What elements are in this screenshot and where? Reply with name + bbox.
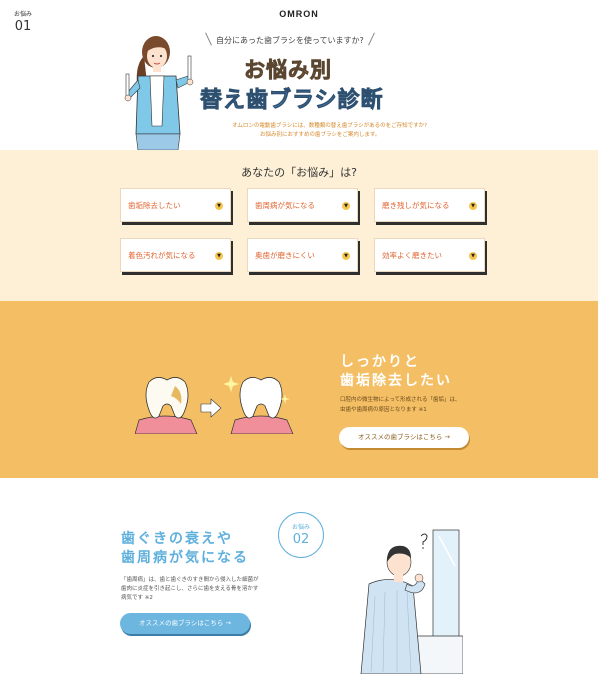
concern-card-stains[interactable]: 着色汚れが気になる ▼: [120, 238, 231, 272]
page-title: お悩み別 替え歯ブラシ診断: [200, 54, 410, 114]
concern-02-section: [0, 478, 598, 674]
teeth-illustration: [135, 376, 294, 434]
chevron-down-icon: ▼: [342, 252, 350, 260]
chevron-down-icon: ▼: [342, 202, 350, 210]
hero-description-line2: お悩み別におすすめの歯ブラシをご案内します。: [260, 132, 381, 138]
concern-card-back-teeth[interactable]: 奥歯が磨きにくい ▼: [247, 238, 358, 272]
concern-02-desc-line1: 「歯周病」は、歯と歯ぐきのすき間から侵入した細菌が: [121, 577, 259, 583]
concern-01-badge: お悩み 01: [0, 0, 46, 46]
chevron-down-icon: ▼: [215, 252, 223, 260]
concern-card-label: 奥歯が磨きにくい: [255, 250, 315, 260]
badge-label: お悩み: [291, 524, 310, 531]
concern-02-title-line1: 歯ぐきの衰えや: [121, 531, 233, 547]
title-line2: 替え歯ブラシ診断: [200, 88, 384, 114]
badge-number: 01: [14, 19, 32, 34]
woman-illustration: [124, 36, 194, 150]
chevron-down-icon: ▼: [469, 202, 477, 210]
concern-01-desc-line2: 虫歯や歯周病の原因となります ※1: [340, 407, 427, 413]
concern-card-label: 歯垢除去したい: [128, 200, 181, 210]
concern-card-missed-spots[interactable]: 磨き残しが気になる ▼: [374, 188, 485, 222]
concern-card-label: 着色汚れが気になる: [128, 250, 196, 260]
recommend-brush-button-02[interactable]: オススメの歯ブラシはこちら →: [120, 613, 250, 634]
badge-label: お悩み: [13, 11, 32, 18]
hero-description-line1: オムロンの電動歯ブラシには、数種類の替え歯ブラシがあるのをご存知ですか?: [232, 123, 428, 129]
chevron-down-icon: ▼: [215, 202, 223, 210]
recommend-brush-button-01[interactable]: オススメの歯ブラシはこちら →: [339, 427, 469, 448]
title-line1: お悩み別: [244, 58, 332, 83]
concern-02-desc-line2: 歯肉に炎症を引き起こし、さらに歯を支える骨を溶かす: [121, 586, 259, 592]
concern-01-title-line2: 歯垢除去したい: [340, 373, 452, 389]
concern-card-periodontal[interactable]: 歯周病が気になる ▼: [247, 188, 358, 222]
concern-card-label: 磨き残しが気になる: [382, 200, 450, 210]
concerns-section: あなたの「お悩み」は?: [0, 150, 598, 301]
chevron-down-icon: ▼: [469, 252, 477, 260]
man-at-mirror-illustration: [360, 529, 463, 674]
badge-number: 02: [292, 532, 310, 547]
concern-card-label: 効率よく磨きたい: [382, 250, 442, 260]
concern-01-desc-line1: 口腔内の微生物によって形成される「歯垢」は、: [340, 397, 461, 403]
concern-card-plaque[interactable]: 歯垢除去したい ▼: [120, 188, 231, 222]
concern-01-title-line1: しっかりと: [340, 354, 420, 370]
hero-question: 自分にあった歯ブラシを使っていますか?: [216, 36, 364, 45]
concern-02-desc-line3: 病気です ※2: [121, 595, 153, 601]
concern-card-efficient[interactable]: 効率よく磨きたい ▼: [374, 238, 485, 272]
hero-section: OMRON 自分にあった歯ブラシを使っていますか? お悩み別 替え歯ブラシ診断 …: [0, 0, 598, 150]
concerns-title: あなたの「お悩み」は?: [241, 166, 357, 179]
concern-02-title-line2: 歯周病が気になる: [121, 550, 249, 566]
omron-logo[interactable]: OMRON: [0, 9, 598, 19]
concern-01-section: [0, 301, 598, 478]
concern-02-badge: お悩み 02: [278, 512, 324, 558]
concern-card-label: 歯周病が気になる: [255, 200, 315, 210]
